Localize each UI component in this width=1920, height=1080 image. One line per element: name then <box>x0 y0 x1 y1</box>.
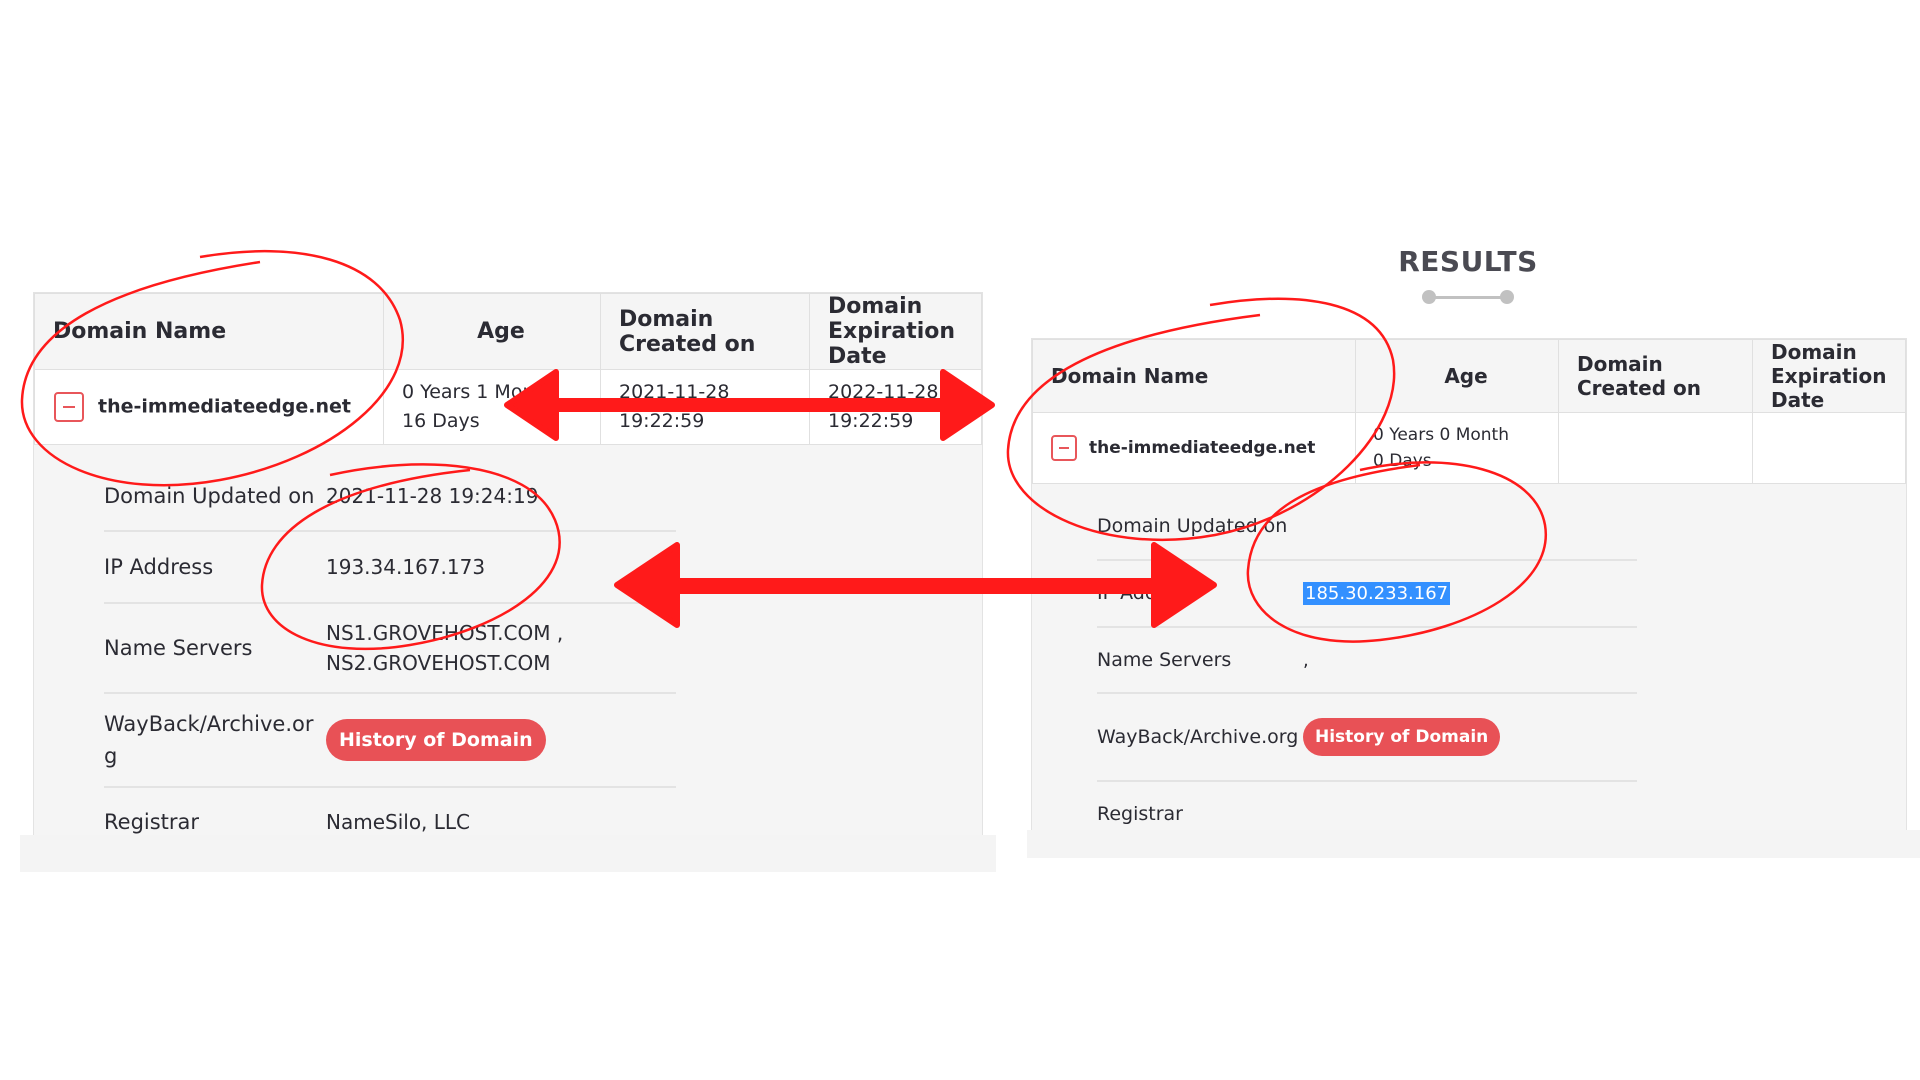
updated-label: Domain Updated on <box>1097 514 1288 537</box>
ns-value: , <box>1303 649 1309 671</box>
ip-label: IP Address <box>1097 582 1196 604</box>
created-time: 19:22:59 <box>619 410 705 432</box>
right-panel-footer <box>1027 830 1920 858</box>
domain-name-cell: the-immediateedge.net <box>1032 412 1356 484</box>
table-header-row: Domain Name Age Domain Created on Domain… <box>1032 339 1906 413</box>
registrar-label: Registrar <box>1097 802 1183 825</box>
header-age: Age <box>383 293 601 370</box>
table-header-row: Domain Name Age Domain Created on Domain… <box>34 293 982 370</box>
age-cell: 0 Years 0 Month 0 Days <box>1355 412 1559 484</box>
results-heading: RESULTS <box>1398 245 1538 278</box>
ns-value: NS1.GROVEHOST.COM , NS2.GROVEHOST.COM <box>326 618 563 678</box>
header-domain-name: Domain Name <box>34 293 384 370</box>
created-cell <box>1558 412 1753 484</box>
age-line2: 0 Days <box>1373 451 1432 471</box>
wayback-label: WayBack/Archive.org <box>104 712 314 768</box>
right-details-list: Domain Updated on IP Address 185.30.233.… <box>1097 493 1637 846</box>
age-line2: 16 Days <box>402 410 480 432</box>
ns-label: Name Servers <box>1097 648 1232 671</box>
detail-row-wayback: WayBack/Archive.org History of Domain <box>1097 694 1637 782</box>
left-whois-panel: Domain Name Age Domain Created on Domain… <box>33 292 983 837</box>
header-domain-created: Domain Created on <box>1558 339 1753 413</box>
updated-label: Domain Updated on <box>104 483 315 508</box>
header-domain-created: Domain Created on <box>600 293 810 370</box>
left-panel-footer <box>20 835 996 872</box>
detail-row-updated: Domain Updated on 2021-11-28 19:24:19 <box>104 461 676 532</box>
updated-value: 2021-11-28 19:24:19 <box>326 483 539 508</box>
left-whois-table: Domain Name Age Domain Created on Domain… <box>34 293 982 445</box>
ip-label: IP Address <box>104 555 214 579</box>
ns-value-1: NS1.GROVEHOST.COM , <box>326 621 564 645</box>
detail-row-nameservers: Name Servers , <box>1097 628 1637 694</box>
created-date: 2021-11-28 <box>619 381 730 403</box>
expiration-time: 19:22:59 <box>828 410 914 432</box>
registrar-value: NameSilo, LLC <box>326 810 471 834</box>
domain-name: the-immediateedge.net <box>1089 438 1316 458</box>
ip-value: 193.34.167.173 <box>326 555 486 579</box>
expiration-cell <box>1752 412 1906 484</box>
table-row: the-immediateedge.net 0 Years 1 Month 16… <box>34 369 982 445</box>
age-line1: 0 Years 1 Month <box>402 381 554 403</box>
ip-value-selected[interactable]: 185.30.233.167 <box>1303 582 1451 605</box>
history-of-domain-button[interactable]: History of Domain <box>326 719 546 761</box>
registrar-label: Registrar <box>104 810 200 834</box>
divider-dot-right <box>1500 290 1514 304</box>
divider-line <box>1429 296 1507 299</box>
domain-name-cell: the-immediateedge.net <box>34 369 384 445</box>
detail-row-updated: Domain Updated on <box>1097 493 1637 561</box>
detail-row-ip: IP Address 185.30.233.167 <box>1097 561 1637 628</box>
detail-row-ip: IP Address 193.34.167.173 <box>104 532 676 604</box>
results-divider-icon <box>1422 290 1514 304</box>
wayback-label: WayBack/Archive.org <box>1097 725 1299 748</box>
header-age: Age <box>1355 339 1559 413</box>
divider-dot-left <box>1422 290 1436 304</box>
age-cell: 0 Years 1 Month 16 Days <box>383 369 601 445</box>
detail-row-wayback: WayBack/Archive.org History of Domain <box>104 694 676 788</box>
right-whois-table: Domain Name Age Domain Created on Domain… <box>1032 339 1906 484</box>
ns-value-2: NS2.GROVEHOST.COM <box>326 651 551 675</box>
created-cell: 2021-11-28 19:22:59 <box>600 369 810 445</box>
history-of-domain-button[interactable]: History of Domain <box>1303 718 1501 756</box>
age-line1: 0 Years 0 Month <box>1373 425 1509 445</box>
table-row: the-immediateedge.net 0 Years 0 Month 0 … <box>1032 412 1906 484</box>
expiration-date: 2022-11-28 <box>828 381 939 403</box>
header-domain-expiration: Domain Expiration Date <box>1752 339 1906 413</box>
domain-name: the-immediateedge.net <box>98 395 351 418</box>
left-details-list: Domain Updated on 2021-11-28 19:24:19 IP… <box>104 461 676 856</box>
minus-square-icon[interactable] <box>1051 435 1077 461</box>
detail-row-nameservers: Name Servers NS1.GROVEHOST.COM , NS2.GRO… <box>104 604 676 694</box>
ns-label: Name Servers <box>104 636 253 660</box>
expiration-cell: 2022-11-28 19:22:59 <box>809 369 982 445</box>
right-whois-panel: Domain Name Age Domain Created on Domain… <box>1031 338 1907 833</box>
header-domain-expiration: Domain Expiration Date <box>809 293 982 370</box>
header-domain-name: Domain Name <box>1032 339 1356 413</box>
minus-square-icon[interactable] <box>54 392 84 422</box>
